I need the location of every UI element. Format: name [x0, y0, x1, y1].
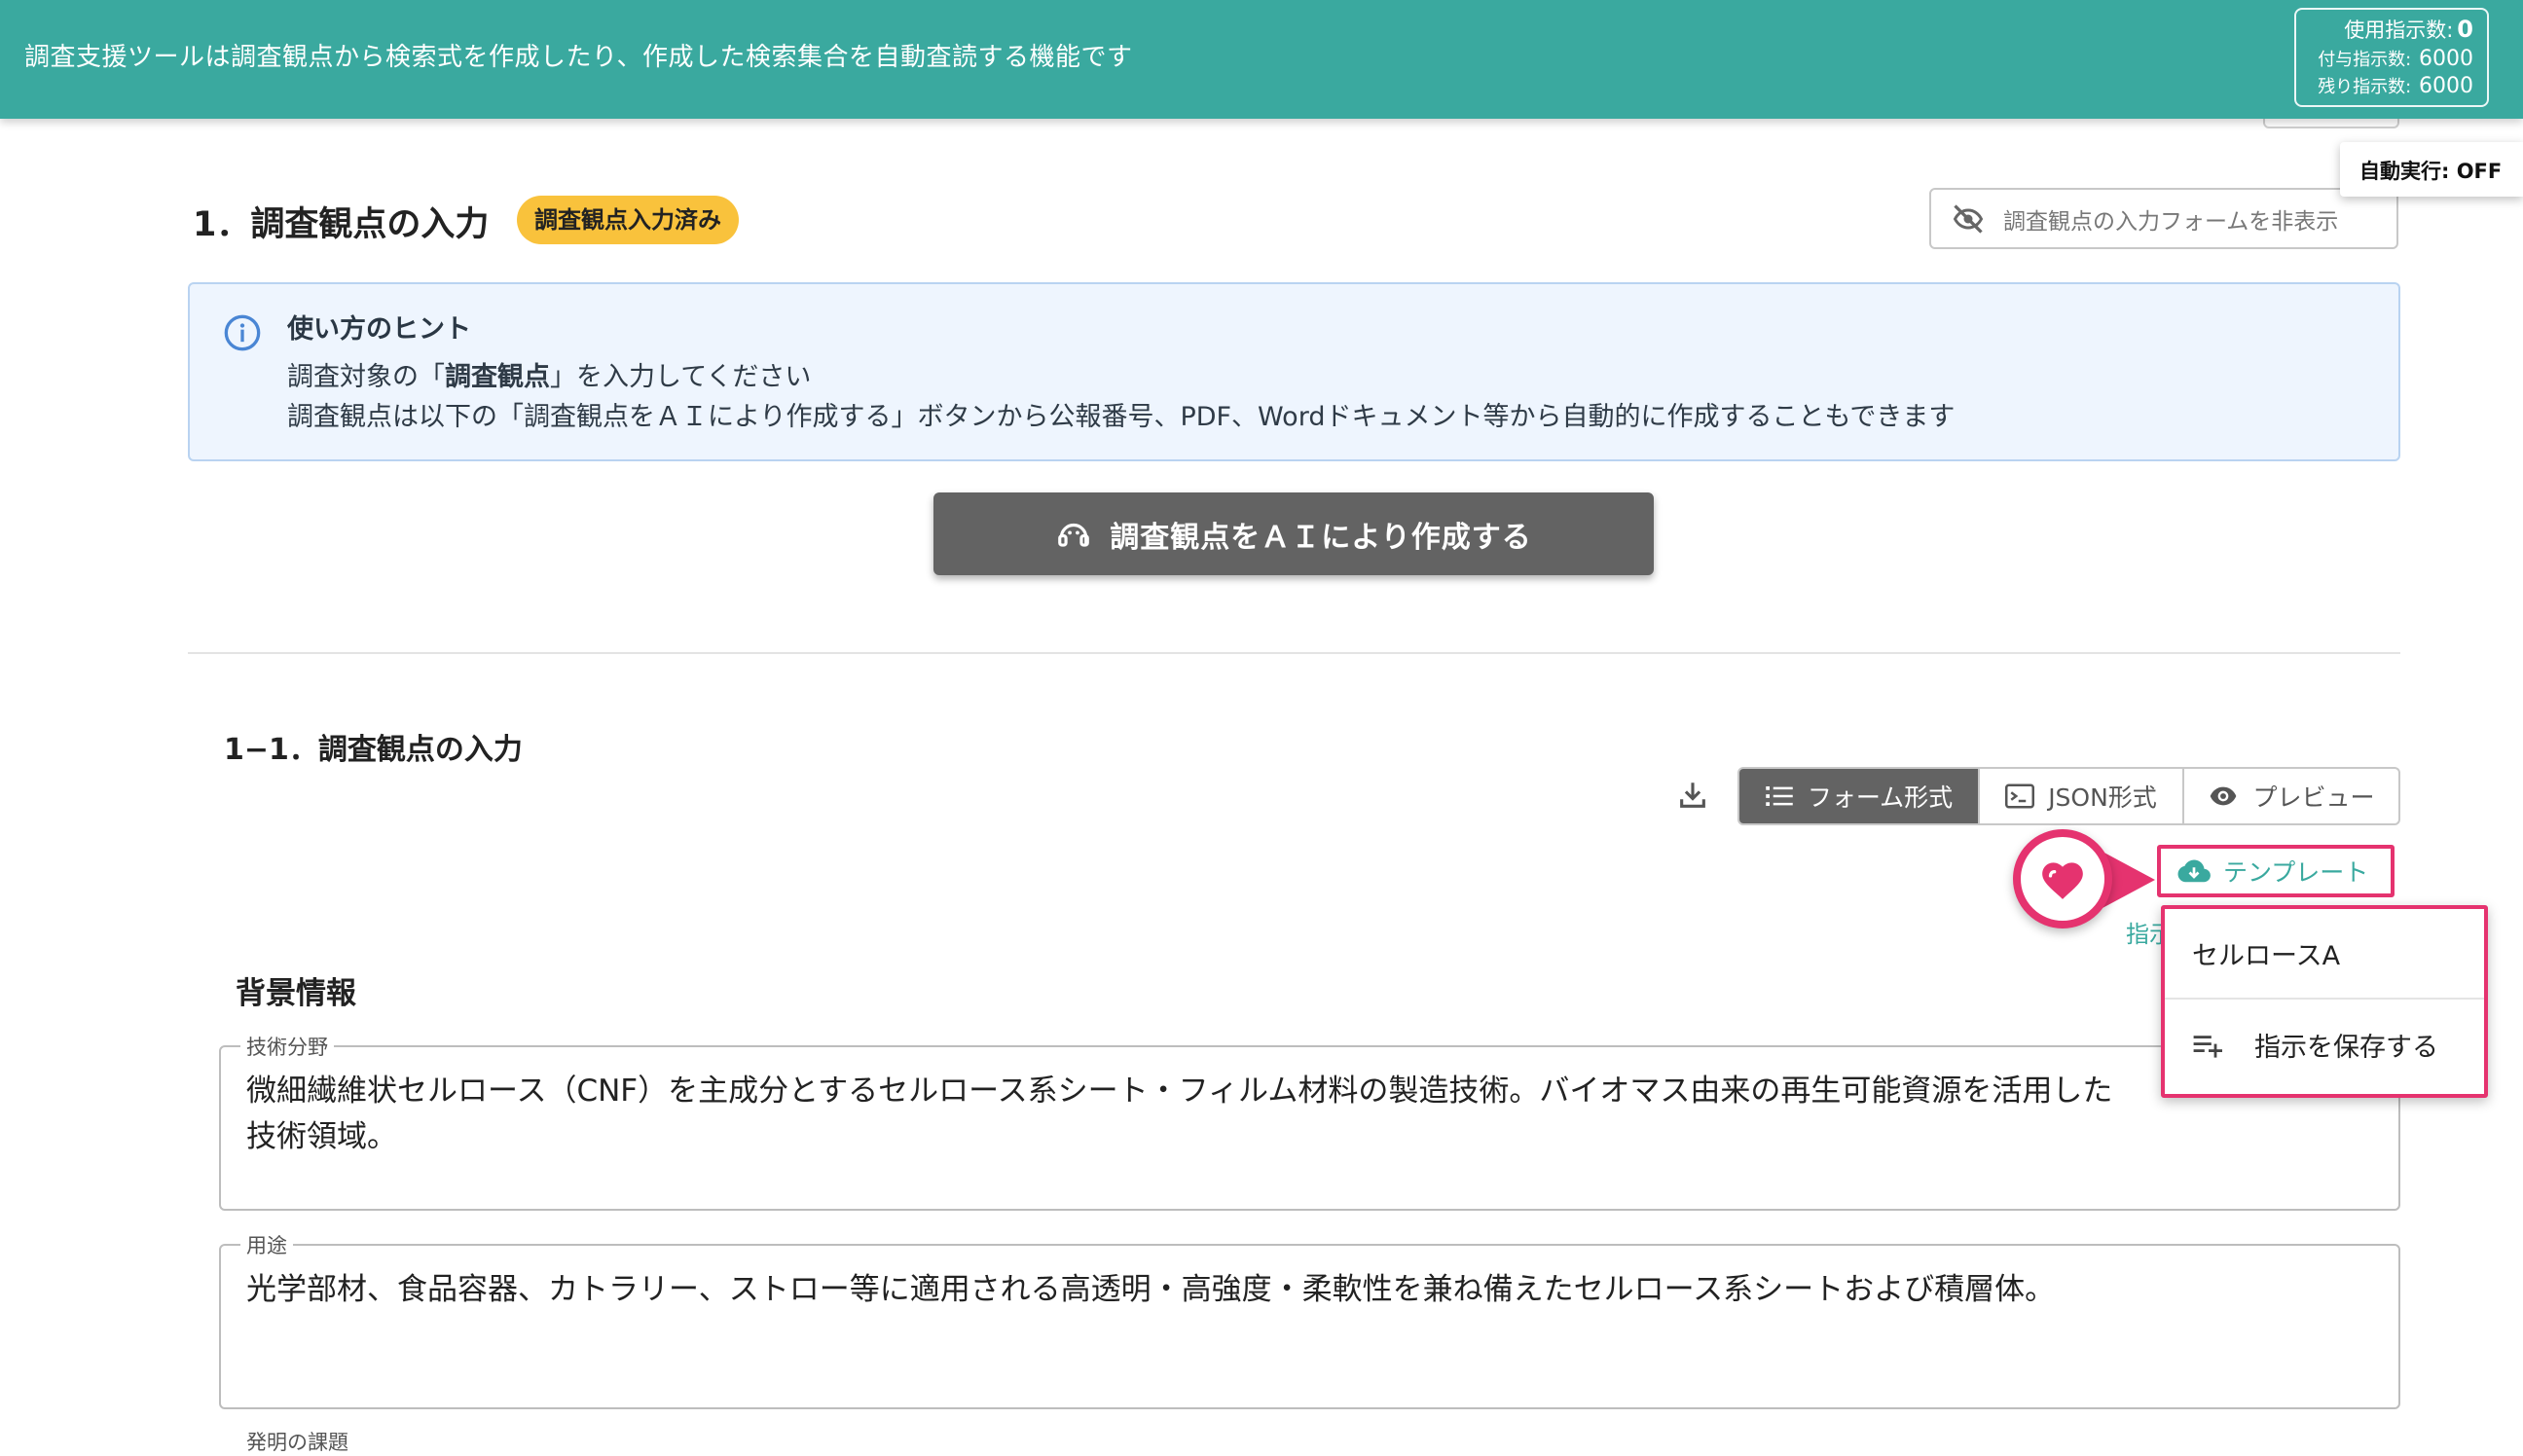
hint-title: 使い方のヒント: [287, 314, 471, 345]
usage-hint-box: 使い方のヒント 調査対象の「調査観点」を入力してください 調査観点は以下の「調査…: [188, 282, 2400, 461]
used-count-value: 0: [2457, 16, 2473, 43]
usage-value: 光学部材、食品容器、カトラリー、ストロー等に適用される高透明・高強度・柔軟性を兼…: [246, 1272, 2056, 1307]
tab-form-view[interactable]: フォーム形式: [1739, 769, 1980, 823]
section-title: 1．調査観点の入力: [193, 205, 490, 244]
hint-line1-suffix: 」を入力してください: [550, 362, 812, 392]
status-badge: 調査観点入力済み: [517, 196, 739, 244]
menu-divider: [2165, 998, 2484, 1000]
tab-form-view-label: フォーム形式: [1807, 783, 1954, 812]
tab-json-view-label: JSON形式: [2048, 783, 2157, 812]
tab-preview-label: プレビュー: [2252, 783, 2375, 812]
view-mode-toggle: フォーム形式 JSON形式 プレビュー: [1737, 767, 2400, 825]
tab-json-view[interactable]: JSON形式: [1980, 769, 2184, 823]
remaining-count-label: 残り指示数:: [2318, 77, 2412, 97]
heart-icon: [2042, 862, 2083, 899]
usage-counter: 使用指示数: 0 付与指示数: 6000 残り指示数: 6000: [2294, 8, 2489, 107]
create-with-ai-label: 調査観点をＡＩにより作成する: [1110, 520, 1532, 555]
section-divider: [188, 652, 2400, 654]
list-icon: [1766, 786, 1793, 806]
template-dropdown-menu: セルロースA 指示を保存する: [2161, 905, 2488, 1098]
cloud-download-icon: [2177, 859, 2211, 883]
given-count-value: 6000: [2419, 47, 2473, 71]
hint-text-line1: 調査対象の「調査観点」を入力してください: [287, 355, 811, 393]
download-icon[interactable]: [1676, 779, 1709, 812]
usage-textarea[interactable]: 用途 光学部材、食品容器、カトラリー、ストロー等に適用される高透明・高強度・柔軟…: [219, 1230, 2400, 1409]
menu-item-save-instruction[interactable]: 指示を保存する: [2192, 1026, 2438, 1064]
auto-run-status[interactable]: 自動実行: OFF: [2340, 142, 2523, 197]
given-count-label: 付与指示数:: [2318, 50, 2412, 70]
technical-field-value: 微細繊維状セルロース（CNF）を主成分とするセルロース系シート・フィルム材料の製…: [246, 1074, 2113, 1154]
hint-line1-prefix: 調査対象の「: [287, 362, 445, 392]
technical-field-textarea[interactable]: 技術分野 微細繊維状セルロース（CNF）を主成分とするセルロース系シート・フィル…: [219, 1032, 2400, 1211]
save-instruction-label: 指示を保存する: [2254, 1033, 2438, 1063]
app-header: 調査支援ツールは調査観点から検索式を作成したり、作成した検索集合を自動査読する機…: [0, 0, 2523, 119]
remaining-count-value: 6000: [2419, 74, 2473, 98]
hint-line1-bold: 調査観点: [445, 362, 550, 392]
invention-problem-label: 発明の課題: [246, 1431, 348, 1454]
eye-icon: [2211, 786, 2237, 806]
usage-label: 用途: [240, 1230, 293, 1259]
hint-text-line2: 調査観点は以下の「調査観点をＡＩにより作成する」ボタンから公報番号、PDF、Wo…: [287, 402, 1956, 432]
background-info-heading: 背景情報: [236, 976, 356, 1011]
template-button-label: テンプレート: [2223, 858, 2369, 887]
create-with-ai-button[interactable]: 調査観点をＡＩにより作成する: [933, 492, 1654, 575]
tab-preview[interactable]: プレビュー: [2184, 769, 2398, 823]
used-count-label: 使用指示数:: [2344, 18, 2454, 42]
ai-assistant-icon: [1058, 523, 1090, 547]
eye-off-icon: [1953, 203, 1984, 234]
app-description: 調査支援ツールは調査観点から検索式を作成したり、作成した検索集合を自動査読する機…: [24, 43, 1133, 72]
hide-input-form-label: 調査観点の入力フォームを非表示: [2003, 208, 2339, 235]
playlist-add-icon: [2193, 1035, 2222, 1058]
hide-input-form-button[interactable]: 調査観点の入力フォームを非表示: [1929, 188, 2398, 249]
info-icon: [224, 314, 261, 351]
menu-item-template-cellulose-a[interactable]: セルロースA: [2192, 934, 2340, 972]
subsection-title: 1−1．調査観点の入力: [224, 733, 523, 767]
favorite-highlight-marker: [2013, 829, 2112, 928]
technical-field-label: 技術分野: [240, 1032, 334, 1061]
template-button[interactable]: テンプレート: [2157, 845, 2395, 897]
terminal-icon: [2005, 783, 2035, 809]
